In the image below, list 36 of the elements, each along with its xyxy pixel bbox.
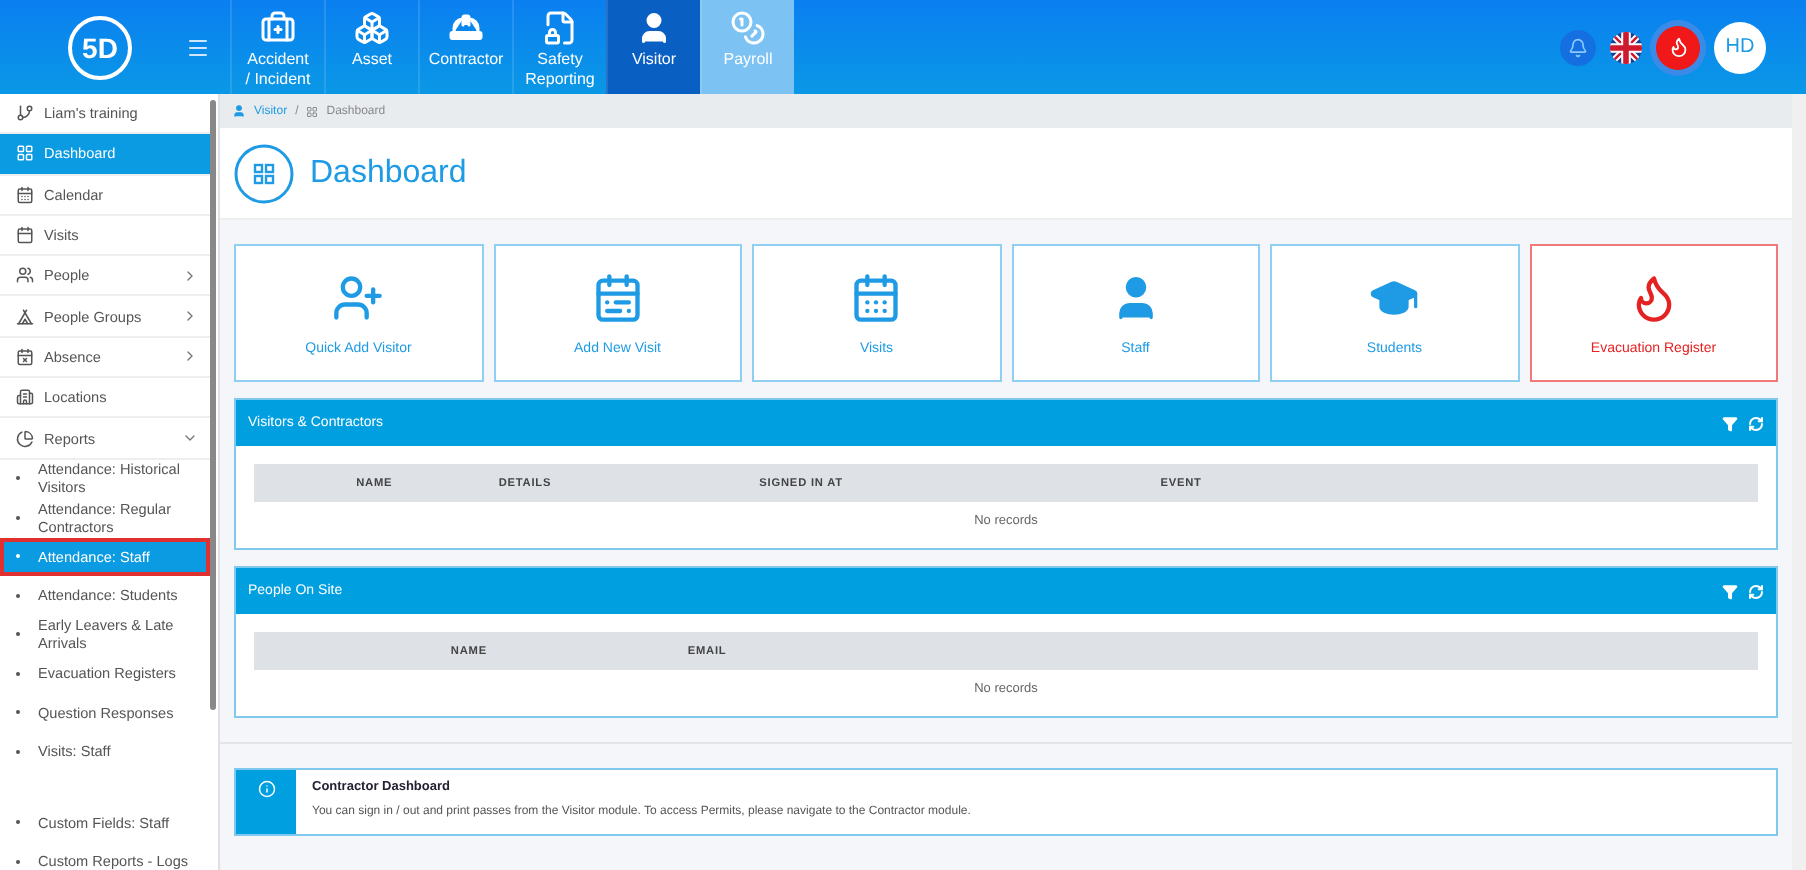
notification-button[interactable] [1560, 29, 1596, 65]
coins-icon [730, 10, 766, 46]
calendar-icon [850, 271, 903, 323]
first-aid-case-icon [260, 10, 296, 46]
add-person-icon [332, 271, 385, 323]
pie-chart-icon [16, 429, 34, 448]
flag-icon[interactable] [1610, 31, 1642, 63]
bell-icon [1568, 37, 1588, 57]
grid-icon [16, 144, 34, 163]
info-icon [257, 780, 275, 798]
building-icon [16, 388, 34, 407]
calendar-icon [16, 226, 34, 245]
document-lock-icon [542, 10, 578, 46]
grid-icon [306, 105, 319, 117]
module-tab[interactable]: Visitor [606, 0, 700, 94]
hard-hat-icon [448, 10, 484, 46]
refresh-icon[interactable] [1748, 415, 1764, 431]
boxes-icon [354, 10, 390, 46]
menu-icon[interactable] [186, 35, 210, 59]
filter-icon[interactable] [1722, 583, 1738, 599]
scrollbar[interactable] [210, 100, 216, 710]
calendar-icon [591, 271, 644, 323]
calendar-icon [16, 185, 34, 204]
people-icon [16, 266, 34, 285]
group-icon [16, 307, 34, 326]
flame-icon [1667, 36, 1689, 58]
branch-icon [16, 104, 34, 123]
person-icon [636, 10, 672, 46]
calendar-icon [16, 347, 34, 366]
refresh-icon[interactable] [1748, 583, 1764, 599]
fire-alert-button[interactable] [1656, 25, 1700, 69]
page-title: Dashboard [310, 155, 467, 191]
logo[interactable]: 5D [68, 15, 132, 79]
person-icon [232, 104, 246, 118]
filter-icon[interactable] [1722, 415, 1738, 431]
dashboard-icon [234, 143, 294, 203]
